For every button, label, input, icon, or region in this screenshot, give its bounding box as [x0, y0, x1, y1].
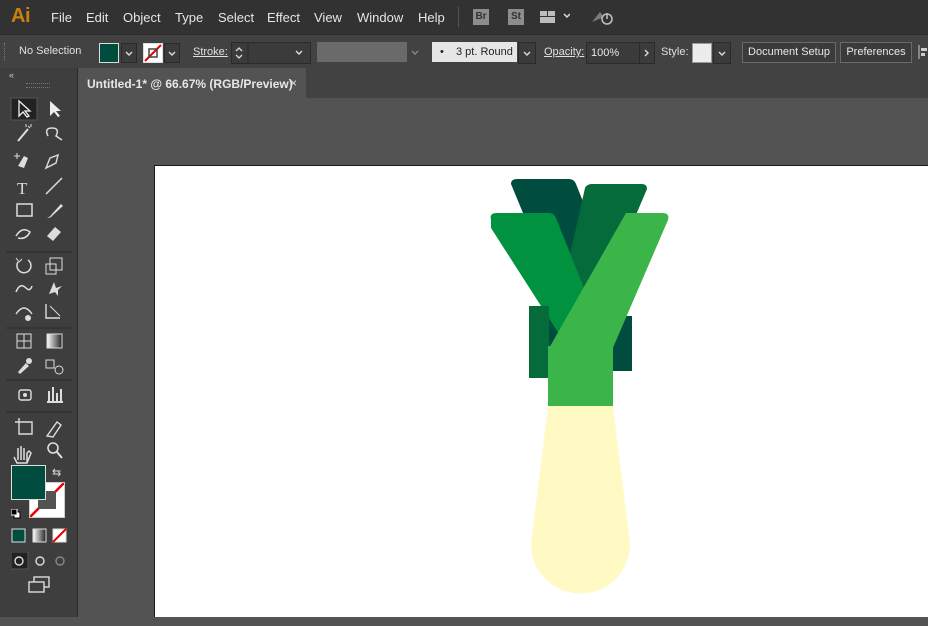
graphic-style-swatch[interactable]	[692, 43, 712, 63]
menu-window[interactable]: Window	[357, 10, 403, 25]
divider	[458, 7, 459, 27]
menu-edit[interactable]: Edit	[86, 10, 108, 25]
stroke-label[interactable]: Stroke:	[193, 46, 228, 58]
menu-effect[interactable]: Effect	[267, 10, 300, 25]
align-icon[interactable]	[918, 45, 928, 64]
artboard[interactable]	[155, 166, 928, 617]
document-tab-bar: Untitled-1* @ 66.67% (RGB/Preview) ×	[78, 68, 928, 98]
stalk-left-edge	[529, 306, 549, 378]
arrange-documents-icon[interactable]	[540, 10, 571, 29]
svg-text:T: T	[17, 179, 28, 198]
bridge-icon[interactable]: Br	[473, 9, 489, 25]
chevron-down-icon[interactable]	[518, 42, 536, 64]
stroke-weight-field[interactable]	[231, 42, 311, 64]
swap-colors-icon[interactable]: ⇆	[52, 466, 61, 479]
draw-mode-icon[interactable]	[10, 551, 71, 575]
menu-object[interactable]: Object	[123, 10, 161, 25]
menu-bar: Ai File Edit Object Type Select Effect V…	[0, 0, 928, 34]
tools-panel: « T ⇆	[0, 68, 78, 617]
menu-select[interactable]: Select	[218, 10, 254, 25]
fill-swatch[interactable]	[99, 43, 119, 63]
style-label: Style:	[661, 46, 689, 58]
selection-status: No Selection	[19, 45, 82, 57]
tab-title: Untitled-1* @ 66.67% (RGB/Preview)	[87, 77, 293, 91]
document-setup-button[interactable]: Document Setup	[742, 42, 836, 63]
chevron-down-icon[interactable]	[409, 42, 423, 62]
menu-type[interactable]: Type	[175, 10, 203, 25]
color-mode-icon[interactable]	[11, 528, 71, 549]
chevron-down-icon[interactable]	[121, 43, 137, 63]
brush-label: 3 pt. Round	[456, 46, 513, 58]
tab-untitled-1[interactable]: Untitled-1* @ 66.67% (RGB/Preview) ×	[78, 68, 306, 98]
menu-view[interactable]: View	[314, 10, 342, 25]
brush-definition[interactable]: • 3 pt. Round	[432, 42, 517, 62]
default-colors-icon[interactable]	[10, 506, 21, 524]
app-logo: Ai	[11, 5, 31, 27]
leek-illustration[interactable]	[155, 166, 928, 617]
close-icon[interactable]: ×	[290, 76, 297, 90]
screen-mode-icon[interactable]	[28, 576, 52, 599]
opacity-field[interactable]: 100%	[586, 42, 640, 64]
gpu-performance-icon[interactable]	[590, 8, 614, 31]
preferences-button[interactable]: Preferences	[840, 42, 912, 63]
brush-dot-icon: •	[440, 46, 444, 58]
chevron-down-icon[interactable]	[713, 42, 731, 64]
stock-icon[interactable]: St	[508, 9, 524, 25]
variable-width-profile[interactable]	[317, 42, 407, 62]
grip	[4, 43, 7, 61]
light-stalk	[548, 346, 613, 406]
panel-grip	[26, 83, 50, 88]
chevron-right-icon[interactable]	[639, 42, 655, 64]
leek-bulb	[531, 406, 630, 594]
opacity-value: 100%	[591, 47, 620, 59]
control-bar: No Selection Stroke: • 3 pt. Round Opaci…	[0, 34, 928, 70]
chevron-down-icon[interactable]	[164, 43, 180, 63]
opacity-label[interactable]: Opacity:	[544, 46, 584, 58]
fill-color-box[interactable]	[11, 465, 46, 500]
menu-help[interactable]: Help	[418, 10, 445, 25]
menu-file[interactable]: File	[51, 10, 72, 25]
stroke-swatch[interactable]	[143, 43, 163, 63]
collapse-panel-icon[interactable]: «	[9, 70, 14, 80]
